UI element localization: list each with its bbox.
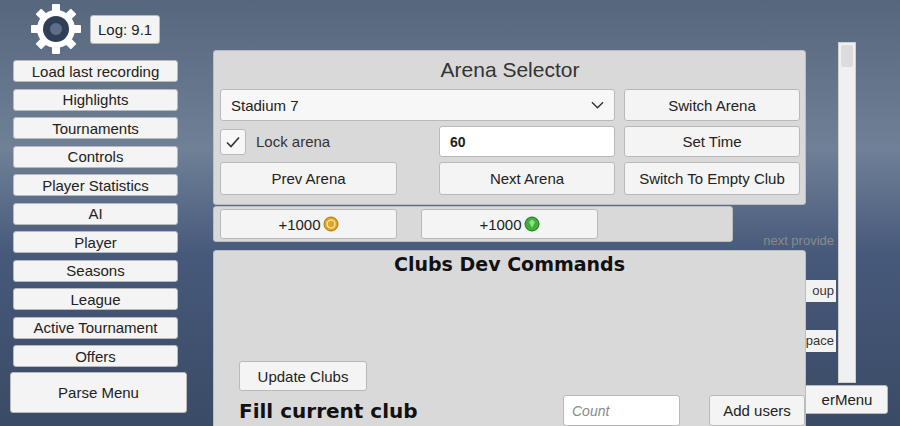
gem-icon — [524, 216, 540, 232]
game-screen: Log: 9.1 Load last recording Highlights To… — [0, 0, 900, 426]
empty-club-button[interactable]: Switch To Empty Club — [624, 162, 800, 195]
clubs-dev-title: Clubs Dev Commands — [214, 253, 805, 279]
background-menu-item[interactable]: next provide — [735, 230, 836, 252]
add-currency-button[interactable]: +1000 — [220, 209, 397, 239]
sidebar-item[interactable]: Seasons — [13, 260, 178, 282]
sidebar-item[interactable]: Player — [13, 231, 178, 253]
next-arena-button[interactable]: Next Arena — [439, 162, 615, 195]
sidebar-item[interactable]: Offers — [13, 345, 178, 367]
lock-arena-toggle[interactable]: Lock arena — [220, 126, 397, 157]
clubs-dev-panel: Clubs Dev Commands Update Clubs Fill cur… — [213, 250, 806, 426]
gear-icon[interactable] — [30, 3, 82, 55]
add-currency-button[interactable]: +1000 — [421, 209, 598, 239]
background-menu-button[interactable]: erMenu — [800, 385, 888, 414]
arena-controls: Stadium 7 Switch Arena Lock arena 60 Set… — [220, 89, 800, 195]
sidebar-item[interactable]: Player Statistics — [13, 174, 178, 196]
arena-selector-title: Arena Selector — [220, 53, 800, 87]
currency-strip: +1000 +1000 — [213, 206, 733, 242]
sidebar-item[interactable]: Load last recording — [13, 60, 178, 82]
sidebar-item[interactable]: Tournaments — [13, 117, 178, 139]
scrollbar[interactable] — [838, 42, 856, 383]
prev-arena-button[interactable]: Prev Arena — [220, 162, 397, 195]
fill-club-label: Fill current club — [239, 399, 563, 423]
sidebar-item[interactable]: League — [13, 288, 178, 310]
parse-menu-button[interactable]: Parse Menu — [10, 372, 187, 413]
update-clubs-button[interactable]: Update Clubs — [239, 361, 367, 391]
set-time-button[interactable]: Set Time — [624, 126, 800, 157]
sidebar-item[interactable]: Active Tournament — [13, 317, 178, 339]
arena-selector-panel: Arena Selector Stadium 7 Switch Arena Lo… — [213, 50, 806, 205]
coin-icon — [323, 216, 339, 232]
lock-arena-checkbox[interactable] — [220, 129, 246, 155]
sidebar-item[interactable]: AI — [13, 203, 178, 225]
fill-club-row: Fill current club Count Add users — [239, 395, 805, 426]
add-users-button[interactable]: Add users — [709, 395, 805, 426]
sidebar-list: Load last recording Highlights Tournaments… — [13, 60, 178, 367]
arena-dropdown[interactable]: Stadium 7 — [220, 89, 615, 121]
time-field[interactable]: 60 — [439, 126, 615, 157]
scrollbar-thumb[interactable] — [841, 45, 853, 67]
sidebar-item[interactable]: Controls — [13, 146, 178, 168]
checkmark-icon — [225, 134, 241, 150]
switch-arena-button[interactable]: Switch Arena — [624, 89, 800, 121]
sidebar-item[interactable]: Highlights — [13, 89, 178, 111]
dev-sidebar: Log: 9.1 Load last recording Highlights To… — [0, 0, 178, 426]
sidebar-header: Log: 9.1 — [30, 0, 178, 58]
dev-window: Arena Selector Stadium 7 Switch Arena Lo… — [213, 50, 806, 426]
log-label: Log: 9.1 — [90, 15, 160, 44]
count-field[interactable]: Count — [563, 395, 680, 426]
chevron-down-icon — [591, 101, 604, 109]
